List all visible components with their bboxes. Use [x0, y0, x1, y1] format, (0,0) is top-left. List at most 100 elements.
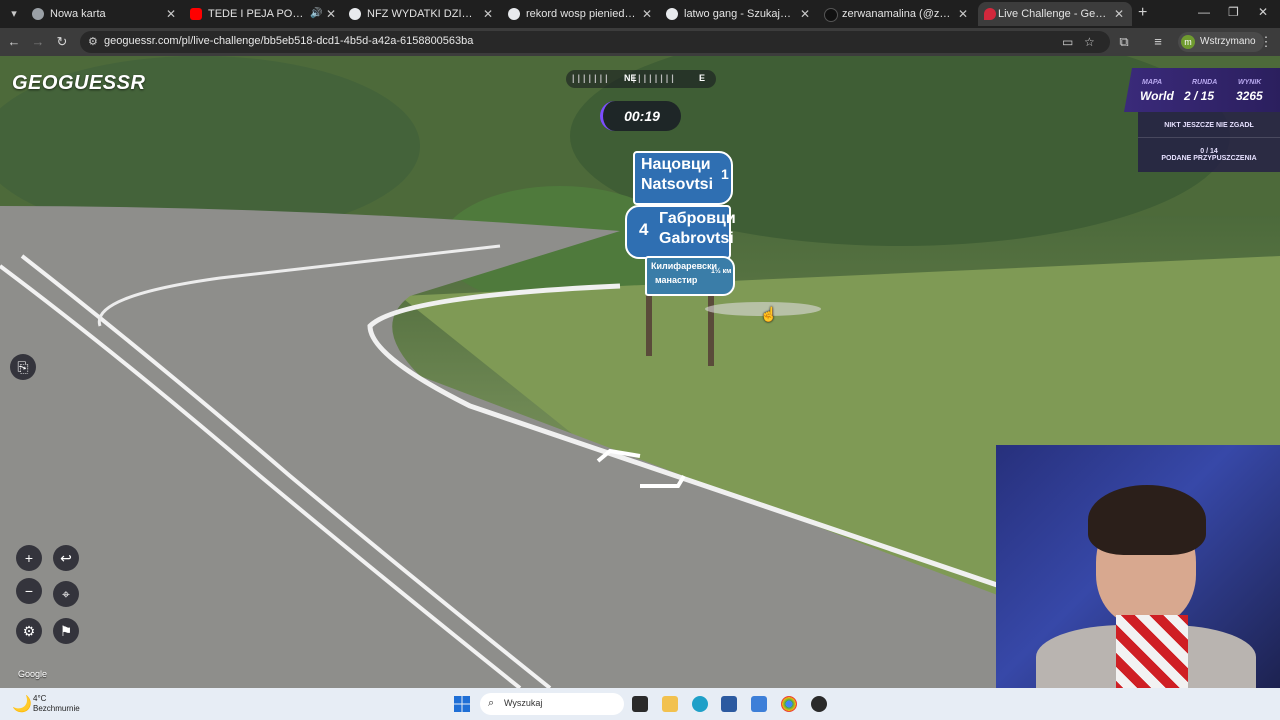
temperature: 4°C: [33, 694, 47, 703]
app-icon[interactable]: [811, 696, 827, 712]
url-text: geoguessr.com/pl/live-challenge/bb5eb518…: [104, 35, 474, 47]
search-icon: ⌕: [488, 697, 495, 709]
tab-new-tab[interactable]: Nowa karta ✕: [32, 2, 180, 26]
flag-icon[interactable]: ⚑: [53, 618, 79, 644]
return-to-start-icon[interactable]: ⌖: [53, 581, 79, 607]
windows-taskbar: 🌙 4°C Bezchmurnie ⌕ Wyszukaj: [0, 688, 1280, 720]
score-value: 3265: [1236, 89, 1263, 103]
sign-text-latin: Gabrovtsi: [659, 230, 734, 247]
geoguessr-icon: [984, 8, 996, 20]
extensions-icon[interactable]: ⧉: [1116, 34, 1132, 50]
round-timer: 00:19: [600, 101, 681, 131]
compass-e: E: [699, 73, 706, 83]
windows-start-icon[interactable]: [454, 696, 470, 712]
guesses-count: 0 / 14: [1200, 148, 1218, 155]
round-label: RUNDA: [1192, 79, 1218, 86]
sign-distance: 4: [639, 220, 649, 239]
speaker-icon[interactable]: 🔊: [310, 2, 322, 26]
close-icon[interactable]: ✕: [800, 2, 810, 26]
tab-title: Live Challenge - GeoGuessr: [998, 8, 1108, 20]
map-value: World: [1140, 89, 1174, 103]
zoom-out-button[interactable]: −: [16, 578, 42, 604]
close-icon[interactable]: ✕: [483, 2, 493, 26]
sign-distance: 1½ км: [711, 268, 732, 275]
close-icon[interactable]: ✕: [326, 2, 336, 26]
compass: ||||||| |||||||| NE E: [566, 70, 716, 88]
tab-youtube[interactable]: TEDE I PEJA POGODZENI? | ... 🔊 ✕: [190, 2, 340, 26]
tab-wosp[interactable]: rekord wosp pieniedzy - Szukaj ✕: [508, 2, 656, 26]
tab-title: NFZ WYDATKI DZIENNIE - Szuk: [367, 8, 477, 20]
forward-icon[interactable]: →: [30, 34, 46, 50]
tab-title: Nowa karta: [50, 8, 106, 20]
road-sign-natsovtsi: Нацовци Natsovtsi 1: [633, 151, 733, 205]
close-icon[interactable]: ✕: [1114, 2, 1124, 26]
moon-weather-icon[interactable]: 🌙: [12, 694, 32, 714]
edge-icon[interactable]: [692, 696, 708, 712]
undo-move-icon[interactable]: ↩: [53, 545, 79, 571]
score-label: WYNIK: [1238, 79, 1262, 86]
outlook-icon[interactable]: [751, 696, 767, 712]
game-status-bar: MAPA World RUNDA 2 / 15 WYNIK 3265: [1124, 68, 1280, 112]
tab-geoguessr[interactable]: Live Challenge - GeoGuessr ✕: [978, 2, 1132, 26]
tab-nfz[interactable]: NFZ WYDATKI DZIENNIE - Szuk ✕: [349, 2, 497, 26]
bookmark-star-icon[interactable]: ☆: [1084, 35, 1095, 49]
settings-gear-icon[interactable]: ⚙: [16, 618, 42, 644]
sign-post: [646, 286, 652, 356]
weather-widget[interactable]: 4°C Bezchmurnie: [33, 694, 80, 714]
tab-latwo[interactable]: latwo gang - Szukaj w Google ✕: [666, 2, 814, 26]
road-sign-monastery: Килифаревски манастир 1½ км: [645, 256, 735, 296]
sign-text-cyrillic: Габровци: [659, 210, 736, 227]
geoguessr-logo[interactable]: GEOGUESSR: [12, 72, 145, 95]
new-tab-button[interactable]: +: [1138, 4, 1147, 22]
guesses-label: PODANE PRZYPUSZCZENIA: [1161, 155, 1257, 162]
round-value: 2 / 15: [1184, 89, 1215, 103]
no-guess-status: NIKT JESZCZE NIE ZGADŁ: [1138, 112, 1280, 138]
task-view-icon[interactable]: [632, 696, 648, 712]
back-icon[interactable]: ←: [6, 34, 22, 50]
close-icon[interactable]: ✕: [642, 2, 652, 26]
tiktok-icon: [824, 8, 838, 22]
close-icon[interactable]: ✕: [166, 2, 176, 26]
google-credit: Google: [18, 669, 48, 679]
sign-distance: 1: [721, 166, 729, 182]
reading-list-icon[interactable]: ≡: [1150, 34, 1166, 50]
minimize-icon[interactable]: —: [1198, 5, 1210, 19]
site-info-icon[interactable]: ⚙: [88, 35, 98, 48]
road-sign-gabrovtsi: 4 Габровци Gabrovtsi: [625, 205, 736, 259]
search-placeholder: Wyszukaj: [504, 698, 543, 708]
close-window-icon[interactable]: ✕: [1258, 5, 1268, 19]
cast-icon[interactable]: ▭: [1062, 35, 1073, 49]
profile-button[interactable]: m Wstrzymano: [1178, 32, 1264, 52]
tab-tiktok[interactable]: zerwanamalina (@zerwanamal ✕: [824, 2, 972, 26]
menu-icon[interactable]: ⋮: [1258, 34, 1274, 50]
tab-search-icon[interactable]: ▾: [6, 6, 22, 22]
tab-title: rekord wosp pieniedzy - Szukaj: [526, 8, 636, 20]
chrome-icon[interactable]: [781, 696, 797, 712]
store-icon[interactable]: [721, 696, 737, 712]
file-explorer-icon[interactable]: [662, 696, 678, 712]
taskbar-search[interactable]: ⌕ Wyszukaj: [480, 693, 624, 715]
sign-text-cyrillic: Нацовци: [641, 156, 711, 173]
avatar: m: [1181, 35, 1195, 49]
report-location-icon[interactable]: ⎘: [10, 354, 36, 380]
maximize-icon[interactable]: ❐: [1228, 5, 1239, 19]
person-hair: [1088, 485, 1206, 555]
google-icon: [666, 8, 678, 20]
tab-title: zerwanamalina (@zerwanamal: [842, 8, 952, 20]
browser-toolbar: ← → ↻ ⚙ geoguessr.com/pl/live-challenge/…: [0, 28, 1280, 56]
zoom-in-button[interactable]: +: [16, 545, 42, 571]
sign-text-cyrillic: Килифаревски: [651, 261, 718, 271]
tab-title: latwo gang - Szukaj w Google: [684, 8, 794, 20]
youtube-icon: [190, 8, 202, 20]
guesses-panel: NIKT JESZCZE NIE ZGADŁ 0 / 14 PODANE PRZ…: [1138, 112, 1280, 172]
profile-status: Wstrzymano: [1200, 36, 1256, 47]
map-label: MAPA: [1142, 79, 1163, 86]
sign-text-cyrillic: манастир: [655, 275, 698, 285]
google-icon: [508, 8, 520, 20]
tab-bar: ▾ Nowa karta ✕ TEDE I PEJA POGODZENI? | …: [0, 0, 1280, 28]
reload-icon[interactable]: ↻: [54, 34, 70, 50]
globe-icon: [32, 8, 44, 20]
close-icon[interactable]: ✕: [958, 2, 968, 26]
sign-post: [708, 286, 714, 366]
address-bar[interactable]: ⚙ geoguessr.com/pl/live-challenge/bb5eb5…: [80, 31, 1110, 53]
